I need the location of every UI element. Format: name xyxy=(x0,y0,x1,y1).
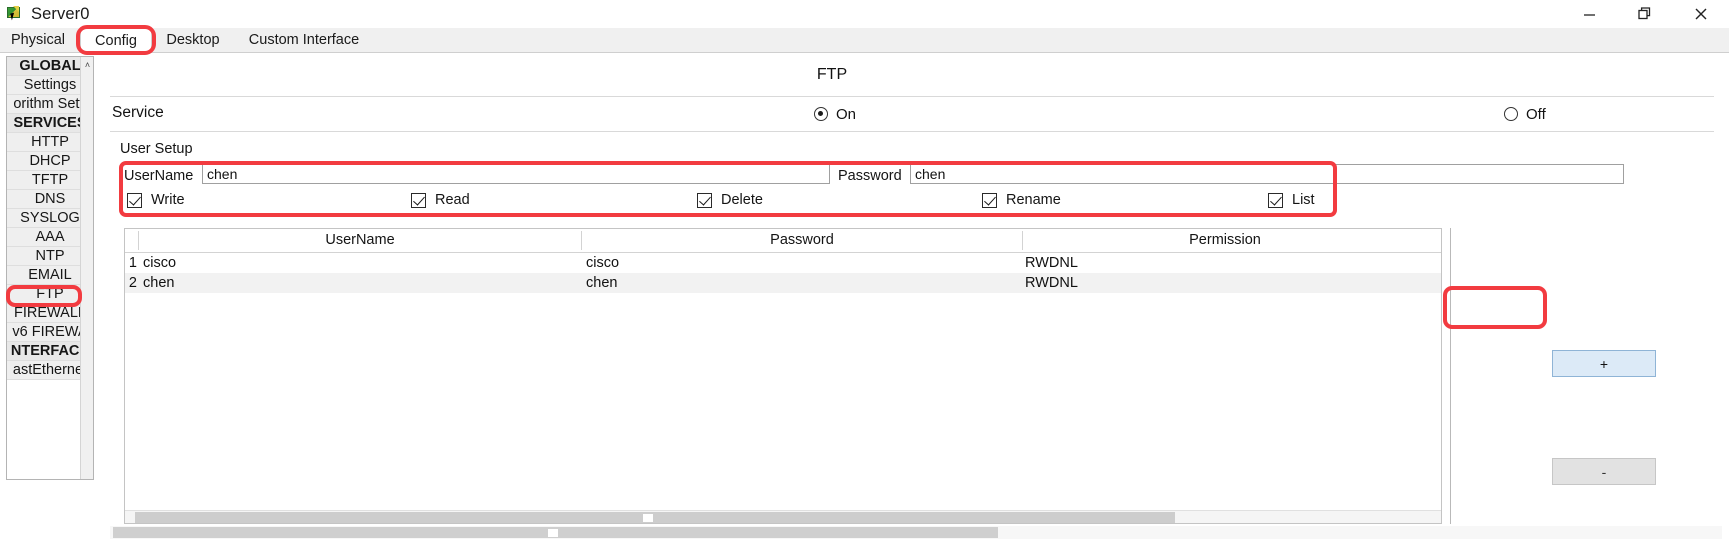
config-sidebar[interactable]: GLOBAL Settings orithm Setti SERVICES HT… xyxy=(6,56,94,480)
row-index: 1 xyxy=(128,255,137,271)
cell-password[interactable]: cisco xyxy=(586,253,1016,273)
checkbox-rename[interactable]: Rename xyxy=(982,192,1061,208)
column-header-password[interactable]: Password xyxy=(582,229,1022,252)
scrollbar-grip[interactable] xyxy=(548,529,558,537)
username-input[interactable] xyxy=(202,164,830,184)
checkbox-delete-label: Delete xyxy=(721,192,763,208)
service-label: Service xyxy=(112,104,164,121)
scrollbar-thumb[interactable] xyxy=(135,512,1175,523)
permission-checkboxes: Write Read Delete Rename List xyxy=(124,192,1444,214)
checkbox-write[interactable]: Write xyxy=(127,192,185,208)
user-table[interactable]: UserName Password Permission 1 cisco cis… xyxy=(124,228,1442,524)
server-flag-icon xyxy=(5,4,25,24)
radio-on-icon[interactable] xyxy=(814,107,828,121)
column-header-username[interactable]: UserName xyxy=(139,229,581,252)
sidebar-scrollbar[interactable]: ˄ xyxy=(80,57,93,479)
row-index: 2 xyxy=(128,275,137,291)
username-label: UserName xyxy=(124,168,194,184)
ftp-config-panel: FTP Service On Off User Setup UserName P… xyxy=(102,56,1722,539)
cell-permission[interactable]: RWDNL xyxy=(1025,253,1425,273)
checkbox-list-label: List xyxy=(1292,192,1315,208)
checkbox-delete[interactable]: Delete xyxy=(697,192,763,208)
service-on-label: On xyxy=(836,105,857,123)
checkbox-read-label: Read xyxy=(435,192,470,208)
cell-permission[interactable]: RWDNL xyxy=(1025,273,1425,293)
checkbox-delete-icon[interactable] xyxy=(697,192,712,208)
add-user-button[interactable]: + xyxy=(1552,350,1656,377)
window-title: Server0 xyxy=(31,4,90,23)
table-row[interactable]: 2 chen chen RWDNL xyxy=(125,273,1441,293)
tab-custom-interface[interactable]: Custom Interface xyxy=(234,28,374,52)
checkbox-rename-icon[interactable] xyxy=(982,192,997,208)
divider-top xyxy=(110,96,1714,97)
cell-username[interactable]: cisco xyxy=(143,253,573,273)
cell-username[interactable]: chen xyxy=(143,273,573,293)
tab-desktop[interactable]: Desktop xyxy=(158,28,228,52)
divider-below-service xyxy=(110,131,1714,132)
checkbox-write-label: Write xyxy=(151,192,185,208)
service-on-radio[interactable]: On xyxy=(814,104,856,124)
tab-bar: Physical Config Desktop Custom Interface xyxy=(0,28,1729,53)
user-setup-form: UserName Password Write Read Delete xyxy=(124,164,1714,220)
column-header-permission[interactable]: Permission xyxy=(1023,229,1427,252)
window-controls xyxy=(1561,0,1729,28)
password-label: Password xyxy=(838,168,902,184)
tab-config[interactable]: Config xyxy=(80,28,152,52)
tab-physical[interactable]: Physical xyxy=(4,28,72,52)
restore-icon[interactable] xyxy=(1617,0,1673,28)
checkbox-rename-label: Rename xyxy=(1006,192,1061,208)
close-icon[interactable] xyxy=(1673,0,1729,28)
minimize-icon[interactable] xyxy=(1561,0,1617,28)
checkbox-list[interactable]: List xyxy=(1268,192,1315,208)
service-off-radio[interactable]: Off xyxy=(1504,104,1546,124)
cell-password[interactable]: chen xyxy=(586,273,1016,293)
table-action-buttons: + - xyxy=(1450,228,1722,524)
packet-tracer-device-window: Server0 Physical Config Desktop Custom I… xyxy=(0,0,1729,539)
chevron-up-icon[interactable]: ˄ xyxy=(82,59,93,71)
page-title: FTP xyxy=(816,66,848,83)
service-off-label: Off xyxy=(1526,105,1546,123)
radio-off-icon[interactable] xyxy=(1504,107,1518,121)
checkbox-read[interactable]: Read xyxy=(411,192,470,208)
table-header-row: UserName Password Permission xyxy=(125,229,1441,253)
password-input[interactable] xyxy=(910,164,1624,184)
table-row[interactable]: 1 cisco cisco RWDNL xyxy=(125,253,1441,273)
user-setup-legend: User Setup xyxy=(120,141,193,157)
remove-user-button[interactable]: - xyxy=(1552,458,1656,485)
checkbox-read-icon[interactable] xyxy=(411,192,426,208)
title-bar: Server0 xyxy=(0,0,1729,28)
checkbox-write-icon[interactable] xyxy=(127,192,142,208)
checkbox-list-icon[interactable] xyxy=(1268,192,1283,208)
scrollbar-grip[interactable] xyxy=(643,514,653,522)
table-horizontal-scrollbar[interactable] xyxy=(125,510,1441,523)
panel-horizontal-scrollbar[interactable] xyxy=(110,526,1722,539)
